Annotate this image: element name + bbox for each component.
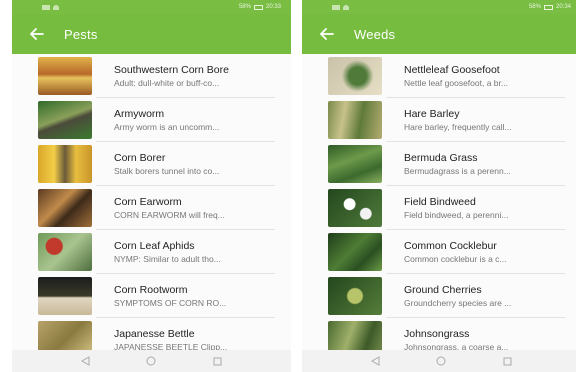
- pests-screen: 58% 20:33 Pests Southwestern Corn Bore Ad…: [12, 0, 291, 372]
- pest-thumbnail: [38, 189, 92, 227]
- item-subtitle: Groundcherry species are ...: [404, 298, 512, 308]
- list-item[interactable]: Corn Earworm CORN EARWORM will freq...: [12, 186, 291, 230]
- nav-recents-button[interactable]: [212, 356, 224, 366]
- nav-home-button[interactable]: [145, 356, 157, 366]
- battery-icon: [253, 4, 263, 10]
- weed-thumbnail: [328, 233, 382, 271]
- status-right: 58% 20:33: [239, 4, 281, 10]
- item-title: Hare Barley: [404, 108, 460, 120]
- list-item[interactable]: Hare Barley Hare barley, frequently call.…: [302, 98, 576, 142]
- item-subtitle: CORN EARWORM will freq...: [114, 210, 225, 220]
- back-arrow-icon: [320, 28, 334, 40]
- item-title: Nettleleaf Goosefoot: [404, 64, 500, 76]
- pest-thumbnail: [38, 321, 92, 350]
- item-subtitle: Army worm is an uncomm...: [114, 122, 220, 132]
- item-subtitle: JAPANESSE BEETLE Clipp...: [114, 342, 228, 350]
- list-item[interactable]: Bermuda Grass Bermudagrass is a perenn...: [302, 142, 576, 186]
- status-battery: 58%: [238, 4, 251, 10]
- item-subtitle: Hare barley, frequently call...: [404, 122, 512, 132]
- status-bar: 58% 20:34: [302, 0, 576, 14]
- pest-thumbnail: [38, 57, 92, 95]
- item-title: Field Bindweed: [404, 196, 476, 208]
- item-title: Corn Earworm: [114, 196, 182, 208]
- status-time: 20:33: [265, 4, 281, 10]
- status-icons: [42, 4, 59, 10]
- list-item[interactable]: Nettleleaf Goosefoot Nettle leaf goosefoo…: [302, 54, 576, 98]
- weed-thumbnail: [328, 277, 382, 315]
- pest-thumbnail: [38, 277, 92, 315]
- pest-thumbnail: [38, 233, 92, 271]
- back-button[interactable]: [316, 26, 338, 42]
- item-title: Ground Cherries: [404, 284, 482, 296]
- pest-thumbnail: [38, 101, 92, 139]
- pest-list: Southwestern Corn Bore Adult: dull-white …: [12, 54, 291, 350]
- app-bar: Pests: [12, 14, 291, 54]
- battery-icon: [543, 4, 553, 10]
- item-title: Corn Borer: [114, 152, 166, 164]
- item-title: Common Cocklebur: [404, 240, 497, 252]
- wifi-icon: [53, 4, 59, 10]
- circle-home-icon: [146, 356, 156, 366]
- weed-thumbnail: [328, 101, 382, 139]
- list-item[interactable]: Corn Rootworm SYMPTOMS OF CORN RO...: [12, 274, 291, 318]
- item-subtitle: Nettle leaf goosefoot, a br...: [404, 78, 508, 88]
- page-title: Weeds: [354, 26, 396, 42]
- status-icons: [332, 4, 349, 10]
- page-title: Pests: [64, 26, 98, 42]
- list-item[interactable]: Corn Borer Stalk borers tunnel into co...: [12, 142, 291, 186]
- item-title: Johnsongrass: [404, 328, 470, 340]
- triangle-back-icon: [80, 356, 90, 366]
- status-bar: 58% 20:33: [12, 0, 291, 14]
- item-title: Southwestern Corn Bore: [114, 64, 229, 76]
- list-item[interactable]: Johnsongrass Johnsongrass, a coarse a...: [302, 318, 576, 350]
- weed-thumbnail: [328, 189, 382, 227]
- status-right: 58% 20:34: [529, 4, 571, 10]
- app-bar: Weeds: [302, 14, 576, 54]
- item-subtitle: Bermudagrass is a perenn...: [404, 166, 511, 176]
- nav-recents-button[interactable]: [502, 356, 514, 366]
- item-subtitle: Johnsongrass, a coarse a...: [404, 342, 509, 350]
- list-item[interactable]: Common Cocklebur Common cocklebur is a c.…: [302, 230, 576, 274]
- back-button[interactable]: [26, 26, 48, 42]
- back-arrow-icon: [30, 28, 44, 40]
- square-recents-icon: [503, 357, 512, 365]
- system-nav-bar: [302, 350, 576, 372]
- weeds-screen: 58% 20:34 Weeds Nettleleaf Goosefoot Nett…: [302, 0, 576, 372]
- list-item[interactable]: Japanesse Bettle JAPANESSE BEETLE Clipp..…: [12, 318, 291, 350]
- item-title: Armyworm: [114, 108, 165, 120]
- item-title: Japanesse Bettle: [114, 328, 195, 340]
- circle-home-icon: [436, 356, 446, 366]
- signal-icon: [332, 4, 340, 10]
- square-recents-icon: [213, 357, 222, 365]
- list-item[interactable]: Southwestern Corn Bore Adult: dull-white …: [12, 54, 291, 98]
- wifi-icon: [343, 4, 349, 10]
- item-subtitle: Adult: dull-white or buff-co...: [114, 78, 220, 88]
- nav-home-button[interactable]: [435, 356, 447, 366]
- weed-thumbnail: [328, 321, 382, 350]
- item-subtitle: Common cocklebur is a c...: [404, 254, 507, 264]
- status-time: 20:34: [555, 4, 571, 10]
- nav-back-button[interactable]: [369, 356, 381, 366]
- list-item[interactable]: Field Bindweed Field bindweed, a perenni.…: [302, 186, 576, 230]
- weed-thumbnail: [328, 57, 382, 95]
- item-subtitle: SYMPTOMS OF CORN RO...: [114, 298, 227, 308]
- weed-thumbnail: [328, 145, 382, 183]
- weed-list: Nettleleaf Goosefoot Nettle leaf goosefoo…: [302, 54, 576, 350]
- list-item[interactable]: Corn Leaf Aphids NYMP: Similar to adult t…: [12, 230, 291, 274]
- status-battery: 58%: [528, 4, 541, 10]
- item-title: Corn Rootworm: [114, 284, 188, 296]
- pest-thumbnail: [38, 145, 92, 183]
- item-title: Bermuda Grass: [404, 152, 478, 164]
- item-title: Corn Leaf Aphids: [114, 240, 195, 252]
- item-subtitle: NYMP: Similar to adult tho...: [114, 254, 221, 264]
- signal-icon: [42, 4, 50, 10]
- nav-back-button[interactable]: [79, 356, 91, 366]
- item-subtitle: Field bindweed, a perenni...: [404, 210, 509, 220]
- list-item[interactable]: Ground Cherries Groundcherry species are …: [302, 274, 576, 318]
- list-item[interactable]: Armyworm Army worm is an uncomm...: [12, 98, 291, 142]
- system-nav-bar: [12, 350, 291, 372]
- item-subtitle: Stalk borers tunnel into co...: [114, 166, 220, 176]
- triangle-back-icon: [370, 356, 380, 366]
